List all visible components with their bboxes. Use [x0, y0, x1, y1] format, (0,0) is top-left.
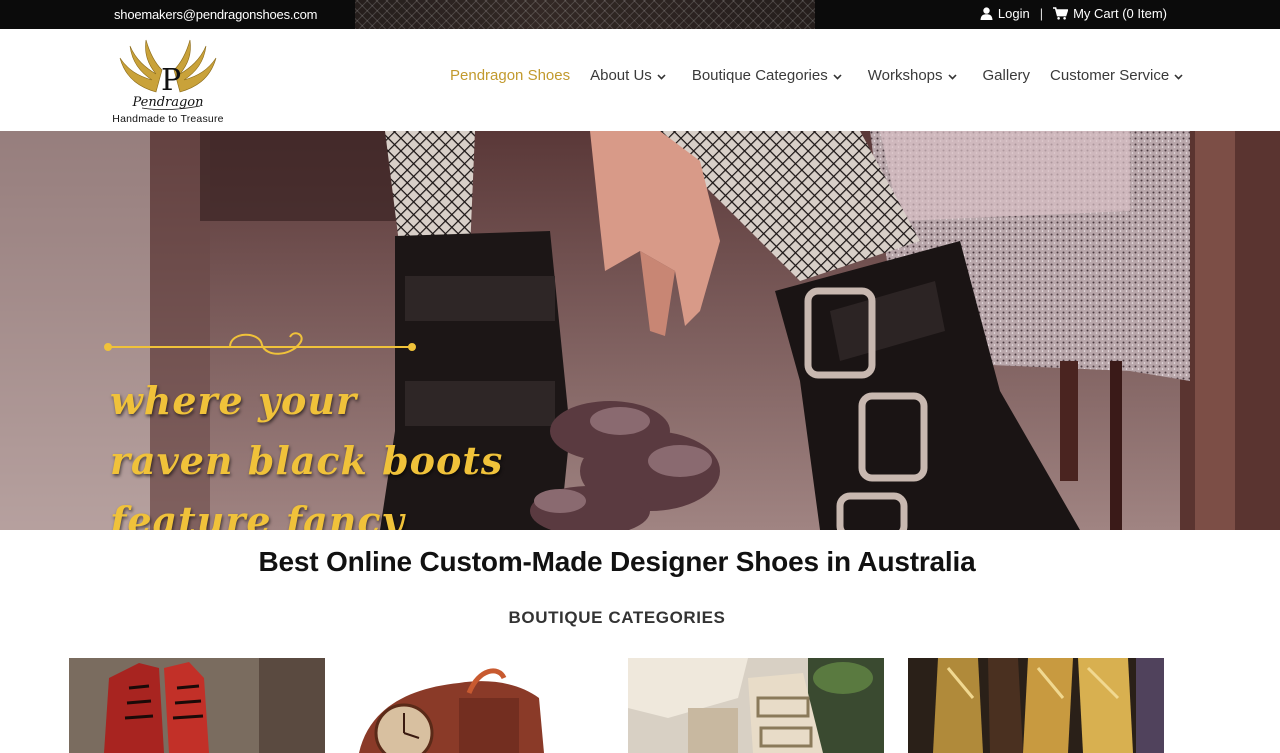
- nav-gallery[interactable]: Gallery: [983, 67, 1031, 84]
- top-bar: shoemakers@pendragonshoes.com Login | My…: [0, 0, 1280, 29]
- red-lace-up-boots-image: [69, 658, 325, 753]
- nav-boutique-categories[interactable]: Boutique Categories: [692, 67, 842, 84]
- contact-email[interactable]: shoemakers@pendragonshoes.com: [114, 7, 317, 22]
- nav-pendragon-shoes[interactable]: Pendragon Shoes: [450, 67, 570, 84]
- nav-label: Workshops: [867, 67, 943, 84]
- pendragon-logo-mark: P Pendragon: [119, 39, 217, 110]
- chevron-down-icon: [833, 73, 842, 80]
- nav-label: About Us: [590, 67, 652, 84]
- nav-label: Pendragon Shoes: [450, 67, 571, 84]
- svg-text:P: P: [161, 63, 181, 98]
- account-links: Login | My Cart (0 Item): [980, 6, 1167, 21]
- hero-banner[interactable]: where your raven black boots feature fan…: [0, 131, 1280, 530]
- nav-customer-service[interactable]: Customer Service: [1050, 67, 1183, 84]
- clock-print-shoe-image: [349, 658, 605, 753]
- cart-label: My Cart (0 Item): [1073, 6, 1167, 21]
- logo-tagline: Handmade to Treasure: [112, 113, 224, 125]
- hero-tagline: where your raven black boots feature fan…: [110, 371, 503, 530]
- nav-label: Gallery: [982, 67, 1031, 84]
- page-title: Best Online Custom-Made Designer Shoes i…: [258, 546, 976, 577]
- category-card-clock-shoe[interactable]: [349, 658, 605, 753]
- gold-metallic-boots-image: [908, 658, 1164, 753]
- category-card-buckled-boot[interactable]: [628, 658, 884, 753]
- category-card-gold-boots[interactable]: [908, 658, 1164, 753]
- nav-label: Boutique Categories: [691, 67, 828, 84]
- hero-line-3: feature fancy: [110, 498, 405, 530]
- section-title: BOUTIQUE CATEGORIES: [508, 608, 726, 627]
- hero-line-2: raven black boots: [110, 438, 504, 483]
- chevron-down-icon: [947, 73, 957, 80]
- cart-icon: [1053, 7, 1069, 20]
- chevron-down-icon: [657, 73, 666, 80]
- topbar-separator: |: [1039, 6, 1044, 21]
- site-header: P Pendragon Handmade to Treasure Pendrag…: [0, 29, 1280, 131]
- nav-workshops[interactable]: Workshops: [868, 67, 957, 84]
- buckled-ivory-boot-image: [628, 658, 884, 753]
- topbar-background-image: [355, 0, 815, 29]
- user-icon: [980, 7, 993, 20]
- login-label: Login: [997, 6, 1030, 21]
- chevron-down-icon: [1174, 73, 1183, 80]
- site-logo[interactable]: P Pendragon Handmade to Treasure: [112, 36, 224, 128]
- main-navigation: Pendragon Shoes About Us Boutique Catego…: [450, 67, 1183, 84]
- hero-line-1: where your: [110, 378, 358, 423]
- login-link[interactable]: Login: [980, 6, 1030, 21]
- nav-label: Customer Service: [1050, 67, 1170, 84]
- category-card-red-boots[interactable]: [69, 658, 325, 753]
- cart-link[interactable]: My Cart (0 Item): [1053, 6, 1167, 21]
- category-cards: [69, 658, 1169, 753]
- nav-about-us[interactable]: About Us: [590, 67, 666, 84]
